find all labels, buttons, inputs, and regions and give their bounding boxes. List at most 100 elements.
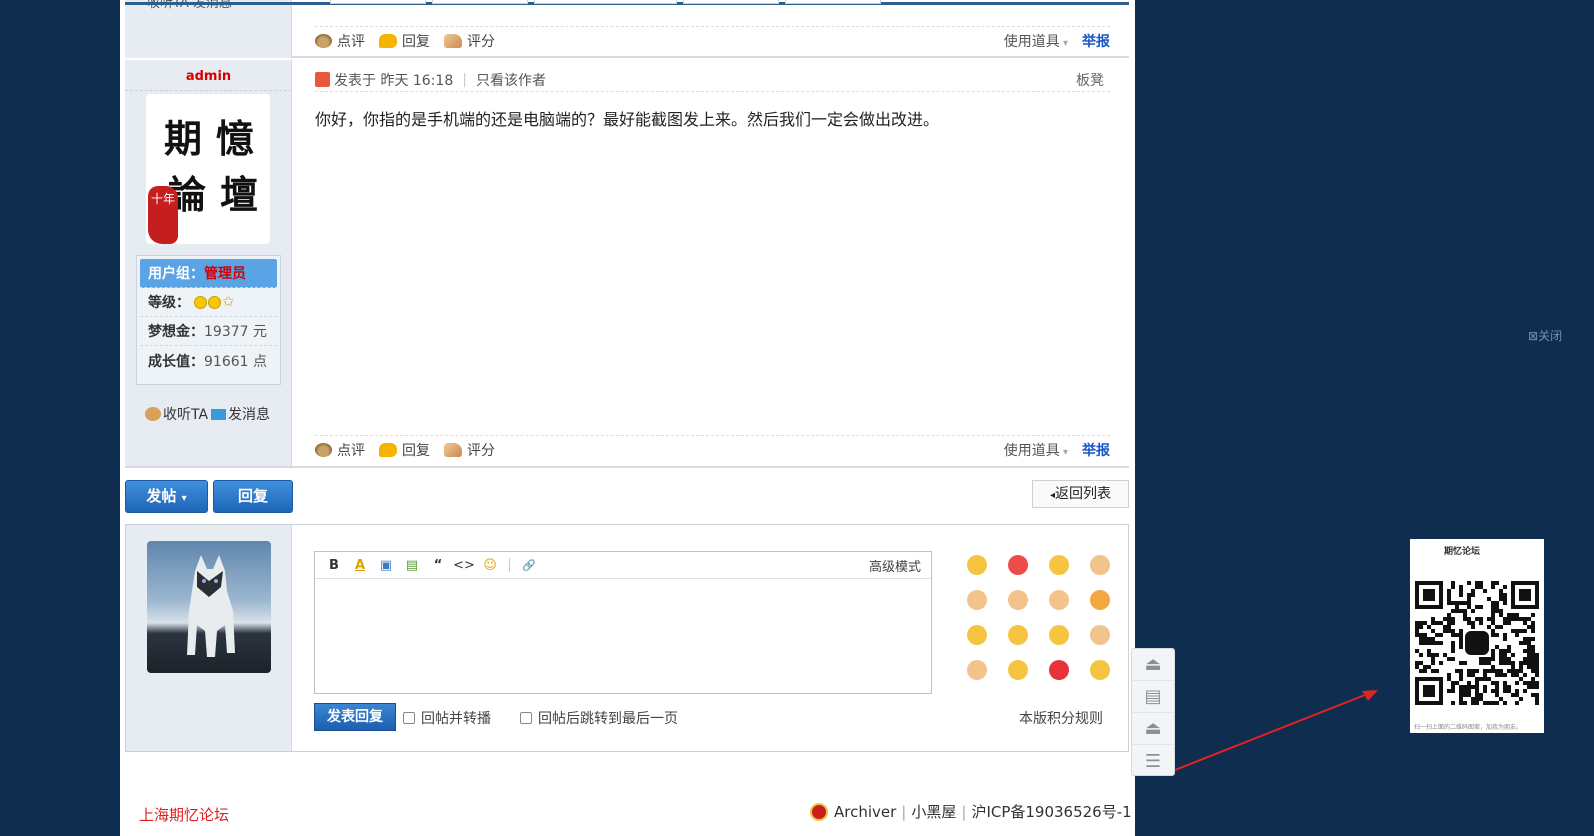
- list-icon: ☰: [1144, 750, 1162, 772]
- icp-link[interactable]: 沪ICP备19036526号-1: [971, 801, 1131, 822]
- use-tool-dropdown[interactable]: 使用道具: [1004, 31, 1068, 51]
- quote-button[interactable]: “: [425, 558, 451, 573]
- emoji-icon[interactable]: [966, 555, 987, 575]
- code-button[interactable]: <>: [451, 558, 477, 573]
- level-smile-icon: [208, 295, 222, 309]
- submit-reply-button[interactable]: 发表回复: [314, 703, 396, 731]
- checkbox-icon: [403, 712, 415, 724]
- thumb-icon: [444, 33, 462, 48]
- site-name[interactable]: 上海期忆论坛: [139, 804, 229, 825]
- smiley-button[interactable]: ☺: [477, 558, 503, 573]
- user-group-row: 用户组： 管理员: [140, 259, 277, 288]
- avatar-char: 憶: [216, 116, 255, 161]
- avatar-char: 壇: [220, 172, 259, 217]
- use-tool-dropdown[interactable]: 使用道具: [1004, 440, 1068, 460]
- forward-checkbox[interactable]: 回帖并转播: [403, 708, 491, 728]
- user-icon: [315, 72, 330, 87]
- editor-toolbar: B A ▣ ▤ “ <> ☺ 🔗 高级模式: [315, 552, 931, 579]
- dream-gold-row: 梦想金： 19377 元: [140, 317, 277, 346]
- level-smile-icon: [194, 295, 208, 309]
- emoji-icon[interactable]: [1007, 660, 1028, 680]
- emoji-icon[interactable]: [966, 625, 987, 645]
- qr-code-panel: 期忆论坛 扫一扫上面的二维码图案，加我为朋友。: [1410, 539, 1544, 733]
- reply-editor[interactable]: B A ▣ ▤ “ <> ☺ 🔗 高级模式: [314, 551, 932, 694]
- author-name[interactable]: admin: [125, 69, 292, 84]
- follow-icon: [145, 407, 161, 421]
- floor-label[interactable]: 板凳: [1076, 70, 1104, 90]
- emoji-icon[interactable]: [1048, 660, 1069, 680]
- qr-code: [1415, 581, 1539, 705]
- emoji-icon[interactable]: [1089, 660, 1110, 680]
- emoji-icon[interactable]: [1007, 555, 1028, 575]
- tab-cell: [785, 0, 881, 4]
- thumb-icon: [444, 442, 462, 457]
- blackroom-link[interactable]: 小黑屋: [911, 801, 956, 822]
- emoji-icon[interactable]: [1089, 625, 1110, 645]
- font-color-button[interactable]: A: [347, 558, 373, 573]
- previous-post: 收听TA 发消息 点评 回复 评分 使用道具 举报: [125, 0, 1129, 58]
- emoji-icon[interactable]: [966, 660, 987, 680]
- new-post-button[interactable]: 发帖 ▾: [125, 480, 208, 513]
- comment-icon: [315, 442, 332, 457]
- reply-main-button[interactable]: 回复: [213, 480, 293, 513]
- emoji-icon[interactable]: [1048, 590, 1069, 610]
- close-icon: ⊠: [1528, 329, 1539, 343]
- scroll-top-button[interactable]: ⏏: [1132, 713, 1174, 745]
- attachment-button[interactable]: ▤: [399, 558, 425, 573]
- quick-reply-button[interactable]: ▤: [1132, 681, 1174, 713]
- qr-title: 期忆论坛: [1444, 547, 1481, 557]
- mail-icon: [211, 408, 227, 420]
- comment-button[interactable]: 点评: [315, 440, 365, 460]
- avatar[interactable]: 期 憶 論 壇 十年: [146, 94, 270, 244]
- emoji-icon[interactable]: [1089, 555, 1110, 575]
- comment-icon: [315, 33, 332, 48]
- user-group-value[interactable]: 管理员: [204, 263, 246, 283]
- archiver-link[interactable]: Archiver: [834, 803, 896, 821]
- forum-page: 收听TA 发消息 点评 回复 评分 使用道具 举报 admin 期 憶 論 壇 …: [120, 0, 1135, 836]
- emoji-icon[interactable]: [1007, 590, 1028, 610]
- report-link[interactable]: 举报: [1082, 440, 1110, 460]
- user-avatar: [147, 541, 271, 673]
- post-admin: admin 期 憶 論 壇 十年 用户组： 管理员 等级： ✩ 梦想金： 19377…: [125, 60, 1129, 468]
- rate-button[interactable]: 评分: [444, 440, 495, 460]
- advanced-mode-link[interactable]: 高级模式: [869, 556, 921, 575]
- author-links: 收听TA 发消息: [145, 404, 270, 424]
- emoji-icon[interactable]: [1048, 555, 1069, 575]
- only-author-link[interactable]: 只看该作者: [476, 70, 546, 90]
- image-button[interactable]: ▣: [373, 558, 399, 573]
- report-link[interactable]: 举报: [1082, 31, 1110, 51]
- back-to-list-button[interactable]: ◂返回列表: [1032, 480, 1129, 508]
- rate-button[interactable]: 评分: [444, 31, 495, 51]
- floating-toolbar: ⏏ ▤ ⏏ ☰: [1131, 648, 1175, 776]
- send-message-link[interactable]: 发消息: [228, 404, 270, 424]
- post-actions: 点评 回复 评分 使用道具 举报: [315, 26, 1110, 50]
- tab-cell: [330, 0, 426, 4]
- police-badge-icon: [810, 802, 828, 821]
- list-button[interactable]: ☰: [1132, 745, 1174, 777]
- jump-last-page-checkbox[interactable]: 回帖后跳转到最后一页: [520, 708, 678, 728]
- reply-button[interactable]: 回复: [379, 440, 430, 460]
- emoji-icon[interactable]: [1089, 590, 1110, 610]
- emoji-icon[interactable]: [1048, 625, 1069, 645]
- emoji-icon[interactable]: [966, 590, 987, 610]
- growth-row: 成长值： 91661 点: [148, 353, 267, 370]
- post-header: 发表于 昨天 16:18 | 只看该作者 板凳: [315, 68, 1110, 92]
- points-rules-link[interactable]: 本版积分规则: [1019, 708, 1103, 728]
- tab-cell: [432, 0, 528, 4]
- back-to-top-button[interactable]: ⏏: [1132, 649, 1174, 681]
- close-link[interactable]: ⊠关闭: [1528, 327, 1562, 344]
- follow-link[interactable]: 收听TA: [163, 404, 208, 424]
- level-row: 等级： ✩: [140, 288, 277, 317]
- bold-button[interactable]: B: [321, 558, 347, 573]
- reply-button[interactable]: 回复: [379, 31, 430, 51]
- emoji-panel: [956, 555, 1126, 680]
- link-button[interactable]: 🔗: [516, 559, 542, 572]
- chevron-down-icon: ▾: [181, 493, 187, 504]
- up-arrow-icon: ⏏: [1144, 718, 1162, 739]
- chat-bubble-icon: ▤: [1144, 686, 1162, 707]
- reply-sidebar: [126, 525, 292, 751]
- comment-button[interactable]: 点评: [315, 31, 365, 51]
- post-content: 你好，你指的是手机端的还是电脑端的？最好能截图发上来。然后我们一定会做出改进。: [315, 110, 940, 129]
- emoji-icon[interactable]: [1007, 625, 1028, 645]
- qr-caption: 扫一扫上面的二维码图案，加我为朋友。: [1414, 724, 1523, 731]
